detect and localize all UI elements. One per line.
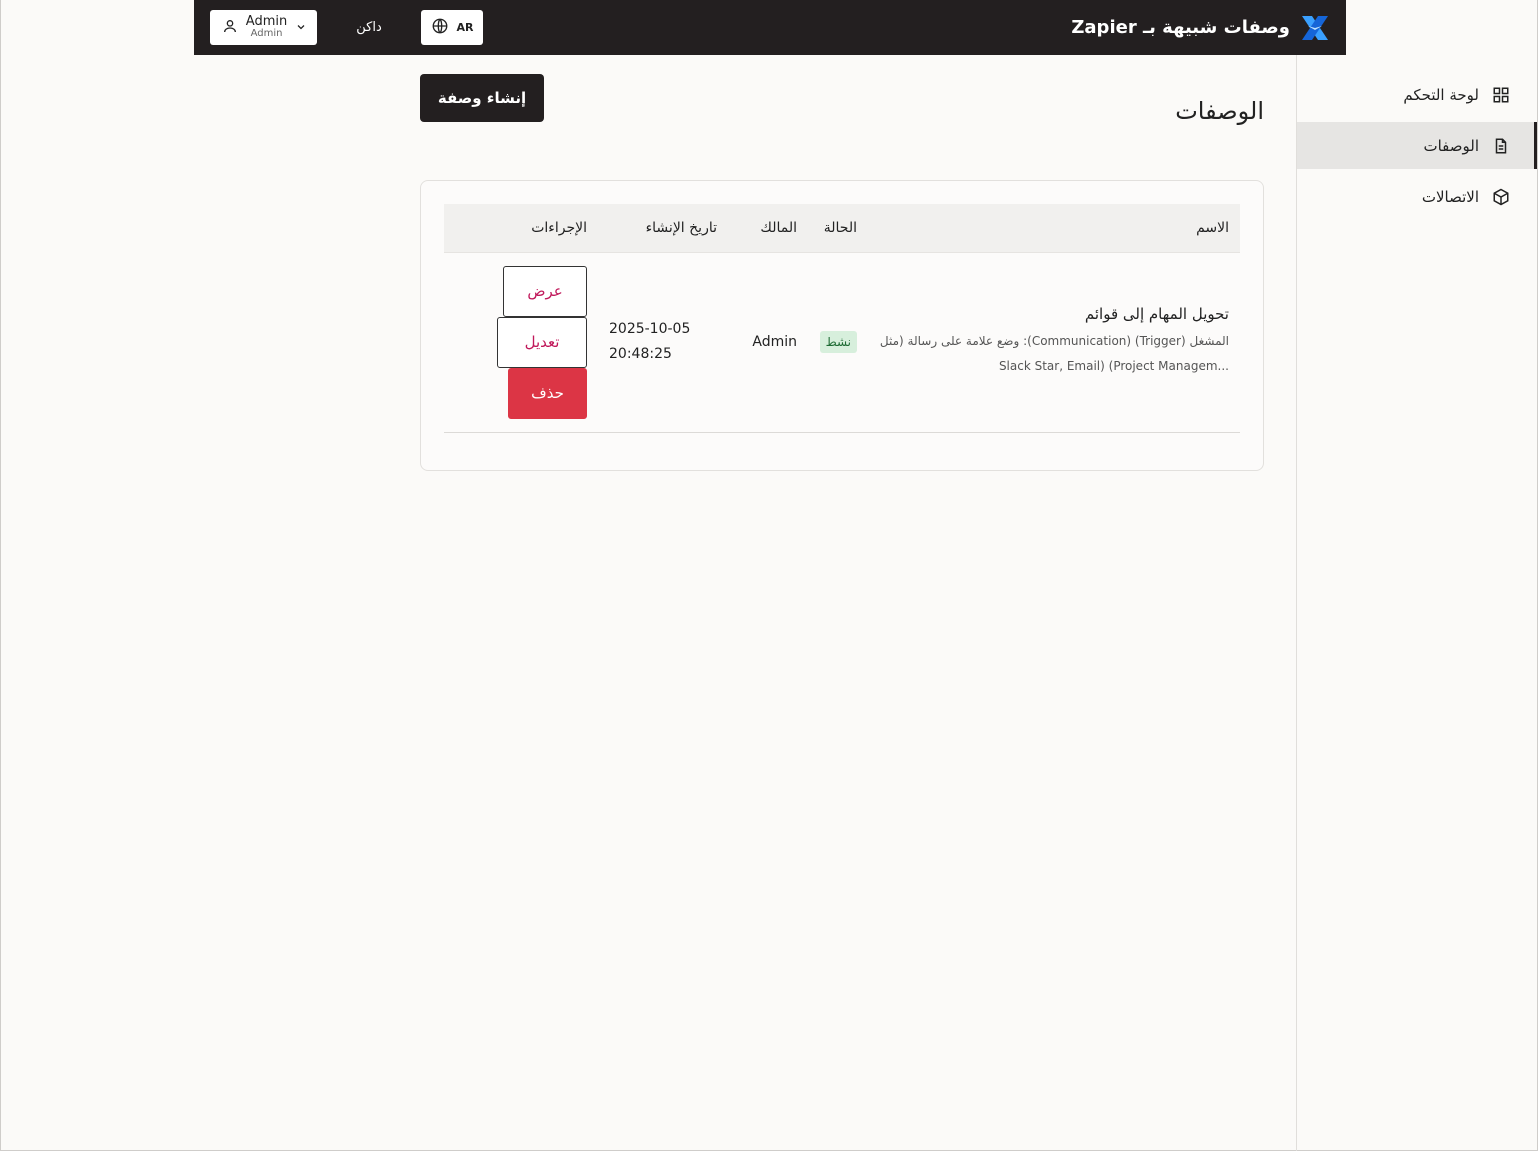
language-button[interactable]: AR — [421, 10, 483, 45]
actions-cell: عرض تعديل حذف — [444, 252, 598, 433]
page-title: الوصفات — [1175, 96, 1264, 125]
column-header-owner: المالك — [728, 204, 808, 253]
user-name: Admin — [245, 14, 288, 30]
view-button[interactable]: عرض — [503, 265, 587, 317]
sidebar-item-label: لوحة التحكم — [1403, 85, 1479, 104]
sidebar-item-dashboard[interactable]: لوحة التحكم — [1297, 71, 1537, 118]
sidebar-item-connections[interactable]: الاتصالات — [1297, 173, 1537, 220]
sidebar-item-label: الوصفات — [1423, 136, 1479, 155]
sidebar-item-recipes[interactable]: الوصفات — [1297, 122, 1537, 169]
create-recipe-button[interactable]: إنشاء وصفة — [420, 74, 544, 122]
table-row: تحويل المهام إلى قوائم المشغل (Trigger) … — [444, 252, 1240, 433]
header-controls: Admin Admin داكن AR — [210, 10, 483, 45]
user-menu-button[interactable]: Admin Admin — [210, 10, 317, 45]
created-date: 2025-10-05 — [609, 321, 691, 337]
table-header-row: الاسم الحالة المالك تاريخ الإنشاء الإجرا… — [444, 204, 1240, 253]
column-header-name: الاسم — [868, 204, 1240, 253]
document-icon — [1491, 136, 1511, 156]
grid-icon — [1491, 85, 1511, 105]
owner-cell: Admin — [728, 252, 808, 433]
chevron-down-icon — [295, 18, 307, 37]
recipes-card: الاسم الحالة المالك تاريخ الإنشاء الإجرا… — [420, 180, 1264, 471]
user-icon — [222, 18, 238, 38]
column-header-actions: الإجراءات — [444, 204, 598, 253]
theme-toggle[interactable]: داكن — [329, 20, 409, 35]
delete-button[interactable]: حذف — [508, 367, 587, 419]
recipe-description: المشغل (Trigger) (Communication): وضع عل… — [879, 329, 1229, 379]
recipes-table: الاسم الحالة المالك تاريخ الإنشاء الإجرا… — [444, 204, 1240, 433]
row-actions: عرض تعديل حذف — [455, 265, 587, 419]
user-role: Admin — [250, 28, 283, 40]
cube-icon — [1491, 187, 1511, 207]
column-header-status: الحالة — [808, 204, 868, 253]
recipe-name-cell: تحويل المهام إلى قوائم المشغل (Trigger) … — [868, 252, 1240, 433]
recipe-name[interactable]: تحويل المهام إلى قوائم — [879, 305, 1229, 323]
recipe-description-line: ...Slack Star, Email) (Project Managem — [998, 359, 1229, 373]
sidebar: لوحة التحكم الوصفات الاتصالات — [1296, 55, 1537, 1151]
created-date-cell: 2025-10-05 20:48:25 — [598, 252, 728, 433]
top-header: Admin Admin داكن AR وصفات شبيهة بـ Zapie… — [194, 0, 1346, 55]
status-cell: نشط — [808, 252, 868, 433]
language-label: AR — [456, 21, 474, 34]
sidebar-item-label: الاتصالات — [1421, 187, 1479, 206]
column-header-created: تاريخ الإنشاء — [598, 204, 728, 253]
x-logo-icon — [1300, 13, 1330, 43]
recipe-description-line: المشغل (Trigger) (Communication): وضع عل… — [879, 334, 1229, 348]
globe-icon — [431, 17, 449, 38]
main-content: الوصفات إنشاء وصفة الاسم الحالة المالك ت… — [420, 55, 1264, 471]
brand-title: وصفات شبيهة بـ Zapier — [1071, 17, 1290, 38]
status-badge: نشط — [819, 331, 857, 353]
page-header: الوصفات إنشاء وصفة — [420, 55, 1264, 168]
created-time: 20:48:25 — [609, 346, 672, 362]
edit-button[interactable]: تعديل — [497, 316, 587, 368]
user-names: Admin Admin — [246, 15, 287, 39]
brand[interactable]: وصفات شبيهة بـ Zapier — [1071, 13, 1330, 43]
